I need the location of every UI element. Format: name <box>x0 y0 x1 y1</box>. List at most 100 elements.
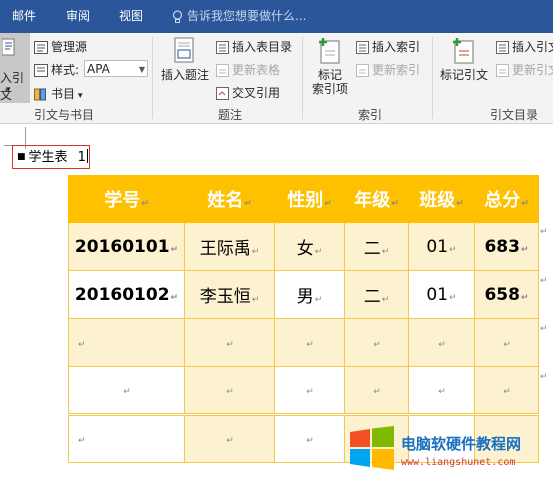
mark-entry-line2: 索引项 <box>311 82 348 96</box>
table-cell[interactable]: ↵ <box>408 366 475 415</box>
table-cell[interactable]: ↵ <box>68 414 185 463</box>
table-cell[interactable]: 01↵ <box>408 222 475 271</box>
ribbon-references: 入引文 ▾ 管理源 样式: APA ▼ 书目 ▾ 引文与书目 插入题注 插入表目… <box>0 33 553 124</box>
row-end-mark: ↵ <box>540 372 548 382</box>
mark-citation-icon <box>453 38 474 64</box>
manage-sources-label: 管理源 <box>51 40 88 54</box>
row-end-mark: ↵ <box>540 324 548 334</box>
insert-table-of-figures-button[interactable]: 插入表目录 <box>216 38 292 55</box>
manage-sources-button[interactable]: 管理源 <box>34 38 87 55</box>
group-separator <box>302 37 303 119</box>
group-label-index: 索引 <box>358 108 383 122</box>
table-cell[interactable]: ↵ <box>274 366 345 415</box>
header-cell[interactable]: 学号↵ <box>68 175 185 223</box>
table-cell[interactable]: ↵ <box>344 366 409 415</box>
chevron-down-icon: ▼ <box>138 65 145 74</box>
header-cell[interactable]: 班级↵ <box>408 175 475 223</box>
insert-caption-label: 插入题注 <box>160 68 209 82</box>
header-cell[interactable]: 性别↵ <box>274 175 345 223</box>
insert-index-label: 插入索引 <box>372 40 421 54</box>
insert-citation-label: 入引文 <box>0 71 25 102</box>
table-cell[interactable]: ↵ <box>408 318 475 367</box>
table-cell[interactable]: 男↵ <box>274 270 345 319</box>
table-cell[interactable]: ↵ <box>274 414 345 463</box>
mark-entry-line1: 标记 <box>317 68 342 82</box>
refresh-icon <box>356 64 369 77</box>
row-end-mark: ↵ <box>540 276 548 286</box>
text-cursor <box>86 149 88 163</box>
style-icon <box>34 64 48 77</box>
group-label-toa: 引文目录 <box>490 108 539 122</box>
header-cell[interactable]: 年级↵ <box>344 175 409 223</box>
table-cell[interactable]: ↵ <box>184 414 275 463</box>
insert-table-of-figures-label: 插入表目录 <box>232 40 293 54</box>
insert-toa-button[interactable]: 插入引文 <box>496 38 553 55</box>
ribbon-tab-bar: 邮件 审阅 视图 告诉我您想要做什么... <box>0 0 553 33</box>
caption-number: 1 <box>77 150 86 165</box>
table-caption[interactable]: ■ 学生表 1 <box>12 145 90 169</box>
row-end-mark: ↵ <box>540 227 548 237</box>
tab-mailings[interactable]: 邮件 <box>12 0 36 33</box>
table-row: 20160102↵ 李玉恒↵ 男↵ 二↵ 01↵ 658↵ <box>68 270 539 319</box>
table-cell[interactable]: ↵ <box>184 366 275 415</box>
chevron-down-icon: ▾ <box>6 85 11 95</box>
group-label-citations: 引文与书目 <box>34 108 95 122</box>
mark-entry-button[interactable]: 标记 索引项 <box>306 37 354 96</box>
site-watermark: 电脑软硬件教程网 www.liangshunet.com <box>344 420 553 482</box>
table-cell[interactable]: 20160102↵ <box>68 270 185 319</box>
table-cell[interactable]: 683↵ <box>474 222 539 271</box>
citation-icon <box>2 38 15 56</box>
tab-view[interactable]: 视图 <box>119 0 143 33</box>
update-table-button[interactable]: 更新表格 <box>216 61 280 78</box>
table-cell[interactable]: ↵ <box>184 318 275 367</box>
style-label-text: 样式: <box>51 63 80 77</box>
tell-me-box[interactable]: 告诉我您想要做什么... <box>172 0 306 33</box>
table-cell[interactable]: ↵ <box>68 318 185 367</box>
mark-entry-icon <box>319 38 340 64</box>
table-cell[interactable]: 李玉恒↵ <box>184 270 275 319</box>
table-cell[interactable]: ↵ <box>274 318 345 367</box>
insert-caption-button[interactable]: 插入题注 <box>156 37 214 82</box>
table-cell[interactable]: ↵ <box>68 366 185 415</box>
insert-index-icon <box>356 41 369 54</box>
table-cell[interactable]: 王际禹↵ <box>184 222 275 271</box>
table-cell[interactable]: ↵ <box>474 366 539 415</box>
table-cell[interactable]: 二↵ <box>344 222 409 271</box>
table-cell[interactable]: 658↵ <box>474 270 539 319</box>
update-index-button[interactable]: 更新索引 <box>356 61 420 78</box>
table-cell[interactable]: ↵ <box>474 318 539 367</box>
header-cell[interactable]: 姓名↵ <box>184 175 275 223</box>
insert-toa-label: 插入引文 <box>512 40 553 54</box>
bibliography-button[interactable]: 书目 ▾ <box>34 85 83 102</box>
table-header-row: 学号↵ 姓名↵ 性别↵ 年级↵ 班级↵ 总分↵ <box>68 175 539 223</box>
mark-citation-button[interactable]: 标记引文 <box>436 37 492 82</box>
tell-me-text: 告诉我您想要做什么... <box>187 9 307 23</box>
group-separator <box>432 37 433 119</box>
table-row: ↵ ↵ ↵ ↵ ↵ ↵ <box>68 366 539 415</box>
style-select[interactable]: APA ▼ <box>84 60 148 77</box>
style-label: 样式: <box>34 61 79 78</box>
table-cell[interactable]: 01↵ <box>408 270 475 319</box>
table-row: 20160101↵ 王际禹↵ 女↵ 二↵ 01↵ 683↵ <box>68 222 539 271</box>
manage-sources-icon <box>34 41 48 54</box>
table-cell[interactable]: 女↵ <box>274 222 345 271</box>
table-of-figures-icon <box>216 41 229 54</box>
cross-reference-button[interactable]: 交叉引用 <box>216 84 280 101</box>
update-index-label: 更新索引 <box>372 63 421 77</box>
insert-index-button[interactable]: 插入索引 <box>356 38 420 55</box>
tab-review[interactable]: 审阅 <box>66 0 90 33</box>
style-select-value: APA <box>87 62 110 76</box>
table-cell[interactable]: ↵ <box>344 318 409 367</box>
table-cell[interactable]: 二↵ <box>344 270 409 319</box>
cross-reference-icon <box>216 87 229 100</box>
update-table-label: 更新表格 <box>232 63 281 77</box>
insert-citation-button[interactable]: 入引文 ▾ <box>0 33 30 103</box>
insert-caption-icon <box>174 37 194 63</box>
update-toa-button[interactable]: 更新引文 <box>496 61 553 78</box>
group-separator <box>152 37 153 119</box>
header-cell[interactable]: 总分↵ <box>474 175 539 223</box>
watermark-title: 电脑软硬件教程网 <box>401 435 522 453</box>
lightbulb-icon <box>172 9 183 23</box>
table-cell[interactable]: 20160101↵ <box>68 222 185 271</box>
paragraph-mark-icon: ■ <box>17 152 26 162</box>
